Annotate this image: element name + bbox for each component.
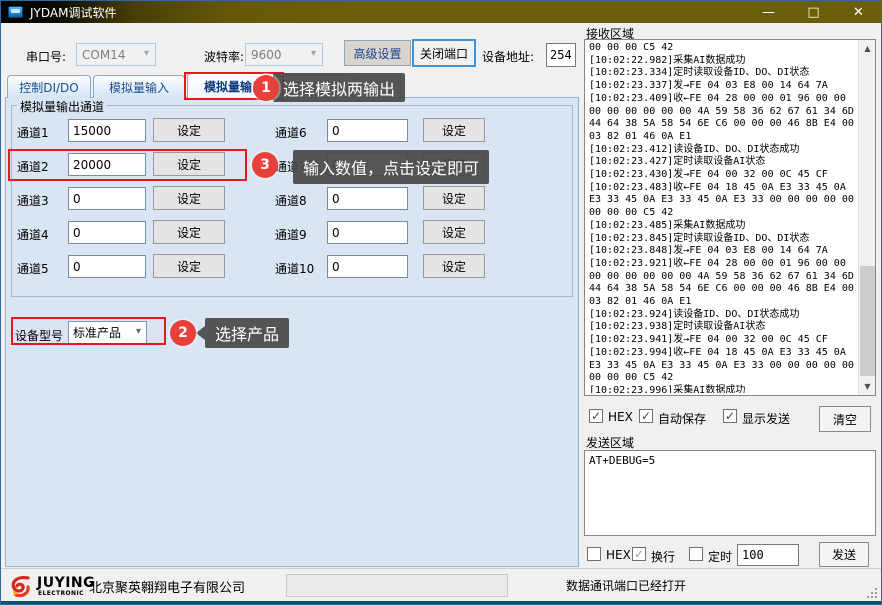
- channel6-set-button[interactable]: 设定: [423, 118, 485, 142]
- channel1-set-button[interactable]: 设定: [153, 118, 225, 142]
- channel5-input[interactable]: [68, 255, 146, 278]
- scrollbar-thumb[interactable]: [860, 266, 875, 376]
- annotation-badge-2: 2: [170, 320, 196, 346]
- app-icon: [8, 6, 23, 18]
- rx-hex-checkbox[interactable]: ✓: [589, 409, 603, 423]
- port-value: COM14: [82, 48, 125, 62]
- newline-label: 换行: [651, 548, 675, 565]
- port-status-text: 数据通讯端口已经打开: [566, 577, 686, 594]
- receive-log-box[interactable]: 00 00 00 C5 42 [10:02:22.982]采集AI数据成功 [1…: [584, 39, 876, 396]
- timer-checkbox[interactable]: [689, 547, 703, 561]
- app-window: JYDAM调试软件 — □ ✕ 串口号: COM14 ▾ 波特率: 9600 ▾…: [0, 0, 882, 605]
- advanced-settings-button[interactable]: 高级设置: [344, 40, 411, 66]
- chevron-down-icon: ▾: [144, 48, 149, 59]
- annotation-tooltip-2-arrow: [196, 326, 205, 340]
- baud-value: 9600: [251, 48, 282, 62]
- autosave-label: 自动保存: [658, 410, 706, 427]
- tab-analog-input[interactable]: 模拟量输入: [93, 75, 185, 98]
- device-address-label: 设备地址:: [482, 48, 534, 65]
- window-bottom-border: [1, 601, 881, 604]
- autosave-checkbox[interactable]: ✓: [639, 409, 653, 423]
- window-title: JYDAM调试软件: [30, 4, 116, 21]
- channel10-set-button[interactable]: 设定: [423, 254, 485, 278]
- annotation-box-model: [11, 317, 166, 345]
- channel10-label: 通道10: [275, 260, 314, 277]
- annotation-box-channel2: [8, 149, 247, 181]
- maximize-button[interactable]: □: [791, 1, 836, 23]
- juying-logo-icon: [9, 574, 34, 599]
- timer-label: 定时: [708, 548, 732, 565]
- channel9-input[interactable]: [327, 221, 408, 244]
- baud-combo[interactable]: 9600 ▾: [245, 43, 323, 66]
- device-address-input[interactable]: [546, 43, 576, 67]
- channel5-label: 通道5: [17, 260, 49, 277]
- annotation-badge-3: 3: [252, 152, 278, 178]
- annotation-badge-1: 1: [253, 75, 279, 101]
- baud-label: 波特率:: [204, 48, 244, 65]
- send-text-input[interactable]: AT+DEBUG=5: [584, 450, 876, 536]
- newline-checkbox[interactable]: ✓: [632, 547, 646, 561]
- channel3-set-button[interactable]: 设定: [153, 186, 225, 210]
- send-button[interactable]: 发送: [819, 542, 869, 567]
- annotation-tooltip-1: 选择模拟两输出: [273, 73, 405, 102]
- resize-grip[interactable]: [865, 586, 877, 598]
- receive-scrollbar[interactable]: ▲ ▼: [858, 40, 875, 395]
- title-bar: JYDAM调试软件 — □ ✕: [1, 1, 881, 23]
- channel1-input[interactable]: [68, 119, 146, 142]
- channel6-label: 通道6: [275, 124, 307, 141]
- show-send-label: 显示发送: [742, 410, 790, 427]
- tab-control-dido[interactable]: 控制DI/DO: [7, 75, 91, 98]
- receive-log-text: 00 00 00 C5 42 [10:02:22.982]采集AI数据成功 [1…: [589, 42, 856, 393]
- brand-name: JUYING: [37, 575, 95, 591]
- channel9-label: 通道9: [275, 226, 307, 243]
- status-bar: JUYING ELECTRONIC 北京聚英翱翔电子有限公司 数据通讯端口已经打…: [1, 568, 881, 601]
- rx-hex-label: HEX: [608, 410, 633, 424]
- port-label: 串口号:: [26, 48, 66, 65]
- clear-button[interactable]: 清空: [819, 406, 871, 432]
- channel6-input[interactable]: [327, 119, 408, 142]
- company-name: 北京聚英翱翔电子有限公司: [89, 577, 245, 596]
- channel5-set-button[interactable]: 设定: [153, 254, 225, 278]
- show-send-checkbox[interactable]: ✓: [723, 409, 737, 423]
- channel3-label: 通道3: [17, 192, 49, 209]
- channel8-label: 通道8: [275, 192, 307, 209]
- annotation-tooltip-2: 选择产品: [205, 318, 289, 348]
- scroll-up-icon[interactable]: ▲: [859, 40, 876, 57]
- tx-hex-checkbox[interactable]: [587, 547, 601, 561]
- channel4-set-button[interactable]: 设定: [153, 220, 225, 244]
- tx-hex-label: HEX: [606, 548, 631, 562]
- scroll-down-icon[interactable]: ▼: [859, 378, 876, 395]
- channel10-input[interactable]: [327, 255, 408, 278]
- timer-interval-input[interactable]: [737, 544, 799, 566]
- channel8-set-button[interactable]: 设定: [423, 186, 485, 210]
- send-area-title: 发送区域: [586, 434, 634, 451]
- annotation-tooltip-3: 输入数值，点击设定即可: [293, 150, 489, 184]
- channel1-label: 通道1: [17, 124, 49, 141]
- brand-subtitle: ELECTRONIC: [38, 590, 84, 597]
- channel9-set-button[interactable]: 设定: [423, 220, 485, 244]
- status-panel: [286, 574, 508, 597]
- groupbox-title: 模拟量输出通道: [17, 98, 107, 115]
- channel3-input[interactable]: [68, 187, 146, 210]
- channel4-input[interactable]: [68, 221, 146, 244]
- minimize-button[interactable]: —: [746, 1, 791, 23]
- chevron-down-icon: ▾: [311, 48, 316, 59]
- close-button[interactable]: ✕: [836, 1, 881, 23]
- port-combo[interactable]: COM14 ▾: [76, 43, 156, 66]
- channel4-label: 通道4: [17, 226, 49, 243]
- close-port-button[interactable]: 关闭端口: [412, 39, 476, 67]
- channel8-input[interactable]: [327, 187, 408, 210]
